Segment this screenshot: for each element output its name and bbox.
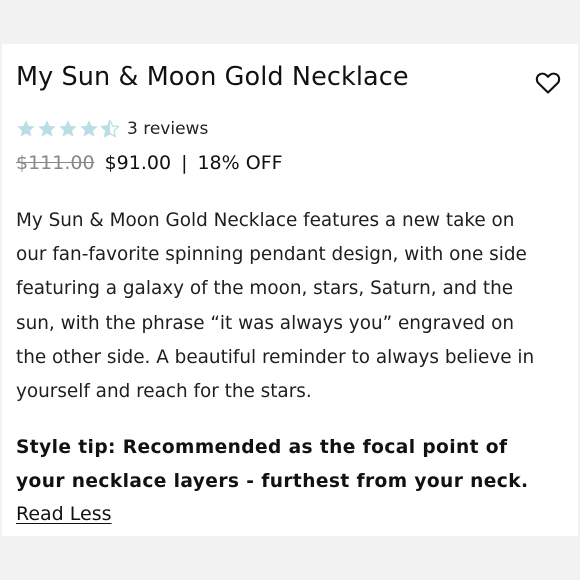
star-half-icon xyxy=(100,119,120,138)
description-line: featuring a galaxy of the moon, stars, S… xyxy=(16,278,514,300)
description-line: yourself and reach for the stars. xyxy=(16,381,312,403)
star-rating xyxy=(16,119,120,139)
description-line: sun, with the phrase “it was always you”… xyxy=(16,312,515,334)
sale-price: $91.00 xyxy=(104,152,172,174)
style-tip: Style tip: Recommended as the focal poin… xyxy=(16,431,572,499)
product-info-card: My Sun & Moon Gold Necklace 3 reviews $1… xyxy=(2,44,578,536)
reviews-link[interactable]: 3 reviews xyxy=(127,119,208,139)
description-line: the other side. A beautiful reminder to … xyxy=(16,346,535,368)
style-tip-line: Style tip: Recommended as the focal poin… xyxy=(16,437,508,458)
discount-label: 18% OFF xyxy=(197,152,283,174)
price-separator: | xyxy=(181,152,188,174)
description-line: our fan-favorite spinning pendant design… xyxy=(16,244,527,266)
star-full-icon xyxy=(38,120,56,137)
style-tip-line: your necklace layers - furthest from you… xyxy=(16,471,529,492)
heart-outline-icon xyxy=(535,72,561,94)
star-full-icon xyxy=(80,120,98,137)
wishlist-button[interactable] xyxy=(535,71,561,95)
product-description: My Sun & Moon Gold Necklace features a n… xyxy=(16,204,572,409)
price-row: $111.00 $91.00 | 18% OFF xyxy=(16,152,283,174)
product-title: My Sun & Moon Gold Necklace xyxy=(16,62,409,92)
star-full-icon xyxy=(59,120,77,137)
original-price: $111.00 xyxy=(16,152,95,174)
rating-row: 3 reviews xyxy=(16,118,208,140)
read-less-link[interactable]: Read Less xyxy=(16,503,112,525)
star-full-icon xyxy=(17,120,35,137)
description-line: My Sun & Moon Gold Necklace features a n… xyxy=(16,210,515,231)
